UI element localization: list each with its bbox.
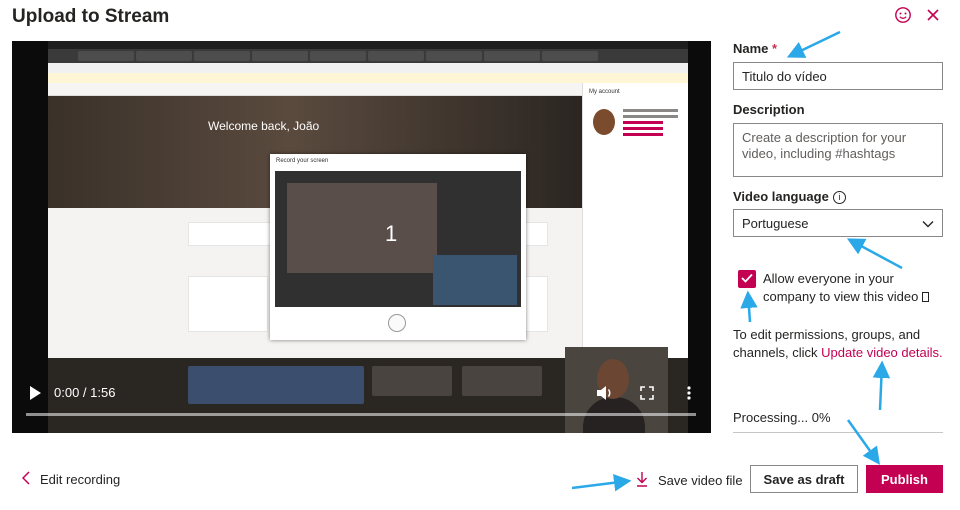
record-preview: 1	[275, 171, 521, 307]
countdown: 1	[385, 221, 398, 246]
chevron-left-icon	[21, 471, 30, 488]
processing-status: Processing... 0%	[733, 410, 831, 425]
chevron-down-icon	[922, 216, 934, 231]
play-icon[interactable]	[28, 385, 44, 401]
save-as-draft-button[interactable]: Save as draft	[750, 465, 858, 493]
fullscreen-icon[interactable]	[638, 384, 656, 402]
menu-bar	[48, 41, 688, 49]
playback-time: 0:00 / 1:56	[54, 385, 116, 400]
record-button	[388, 314, 406, 332]
publish-button[interactable]: Publish	[866, 465, 943, 493]
language-value: Portuguese	[742, 215, 809, 231]
language-select[interactable]: Portuguese	[733, 209, 943, 237]
avatar	[593, 109, 615, 135]
progress-bar[interactable]	[26, 413, 696, 416]
record-screen-dialog: Record your screen 1	[270, 154, 526, 340]
close-icon[interactable]	[924, 6, 942, 24]
save-video-file-label: Save video file	[658, 473, 743, 488]
video-player[interactable]: Welcome back, João My account Record you…	[12, 41, 711, 433]
processing-bar	[733, 432, 943, 433]
browser-tabs	[48, 49, 688, 63]
name-label: Name *	[733, 41, 778, 56]
update-details-link[interactable]: Update video details.	[821, 345, 942, 360]
language-label: Video language i	[733, 189, 846, 204]
arrow-to-name	[786, 30, 841, 58]
account-panel: My account	[582, 83, 688, 358]
download-icon	[636, 471, 648, 490]
arrow-to-language	[846, 238, 903, 270]
smiley-icon[interactable]	[894, 6, 912, 24]
edit-recording-button[interactable]: Edit recording	[21, 471, 121, 488]
volume-icon[interactable]	[596, 384, 614, 402]
dialog-title: Upload to Stream	[12, 6, 170, 27]
description-input[interactable]	[733, 123, 943, 177]
player-controls: 0:00 / 1:56	[12, 377, 711, 433]
more-icon[interactable]	[680, 384, 698, 402]
checkmark-icon	[741, 270, 753, 288]
arrow-to-publish	[846, 419, 881, 465]
share-info-icon	[921, 292, 929, 302]
account-panel-title: My account	[589, 89, 620, 95]
save-video-file-button[interactable]: Save video file	[636, 471, 743, 490]
arrow-to-save-file	[571, 474, 632, 492]
hero-greeting: Welcome back, João	[208, 119, 320, 133]
edit-recording-label: Edit recording	[40, 472, 121, 487]
url-bar	[48, 63, 688, 73]
camera-thumbnail	[433, 255, 517, 305]
arrow-to-update-link	[872, 360, 891, 411]
allow-company-checkbox[interactable]	[738, 270, 756, 288]
permissions-text: To edit permissions, groups, and channel…	[733, 327, 943, 360]
name-input[interactable]	[733, 62, 943, 90]
description-label: Description	[733, 102, 805, 117]
notice-bar	[48, 73, 688, 83]
record-dialog-title: Record your screen	[276, 158, 329, 164]
allow-company-label: Allow everyone in your company to view t…	[763, 270, 943, 306]
arrow-to-checkbox	[740, 290, 758, 323]
required-marker: *	[772, 41, 778, 56]
info-icon[interactable]: i	[832, 190, 846, 204]
